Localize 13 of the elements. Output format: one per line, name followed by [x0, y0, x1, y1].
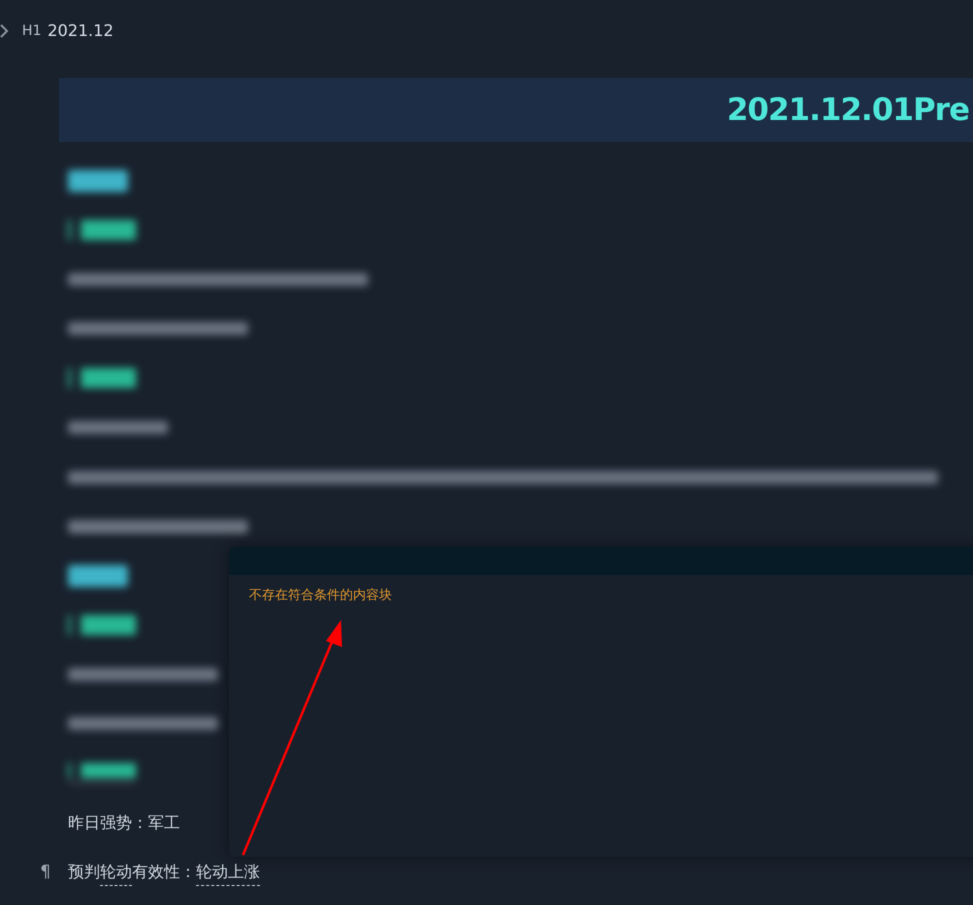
text-line: 昨日强势：军工 [68, 812, 180, 834]
heading-level-marker: H1 [22, 22, 42, 40]
blurred-heading [68, 763, 136, 784]
heading-title: 2021.12 [47, 20, 114, 42]
banner-title: 2021.12.01Pre [726, 90, 969, 130]
blurred-heading [68, 170, 128, 192]
blurred-heading [68, 368, 136, 388]
popup-message: 不存在符合条件的内容块 [249, 587, 393, 605]
pilcrow-icon[interactable]: ¶ [40, 860, 51, 886]
blurred-heading [68, 564, 128, 587]
blurred-heading [68, 615, 136, 636]
expand-icon[interactable] [0, 24, 10, 38]
blurred-heading [68, 220, 136, 240]
